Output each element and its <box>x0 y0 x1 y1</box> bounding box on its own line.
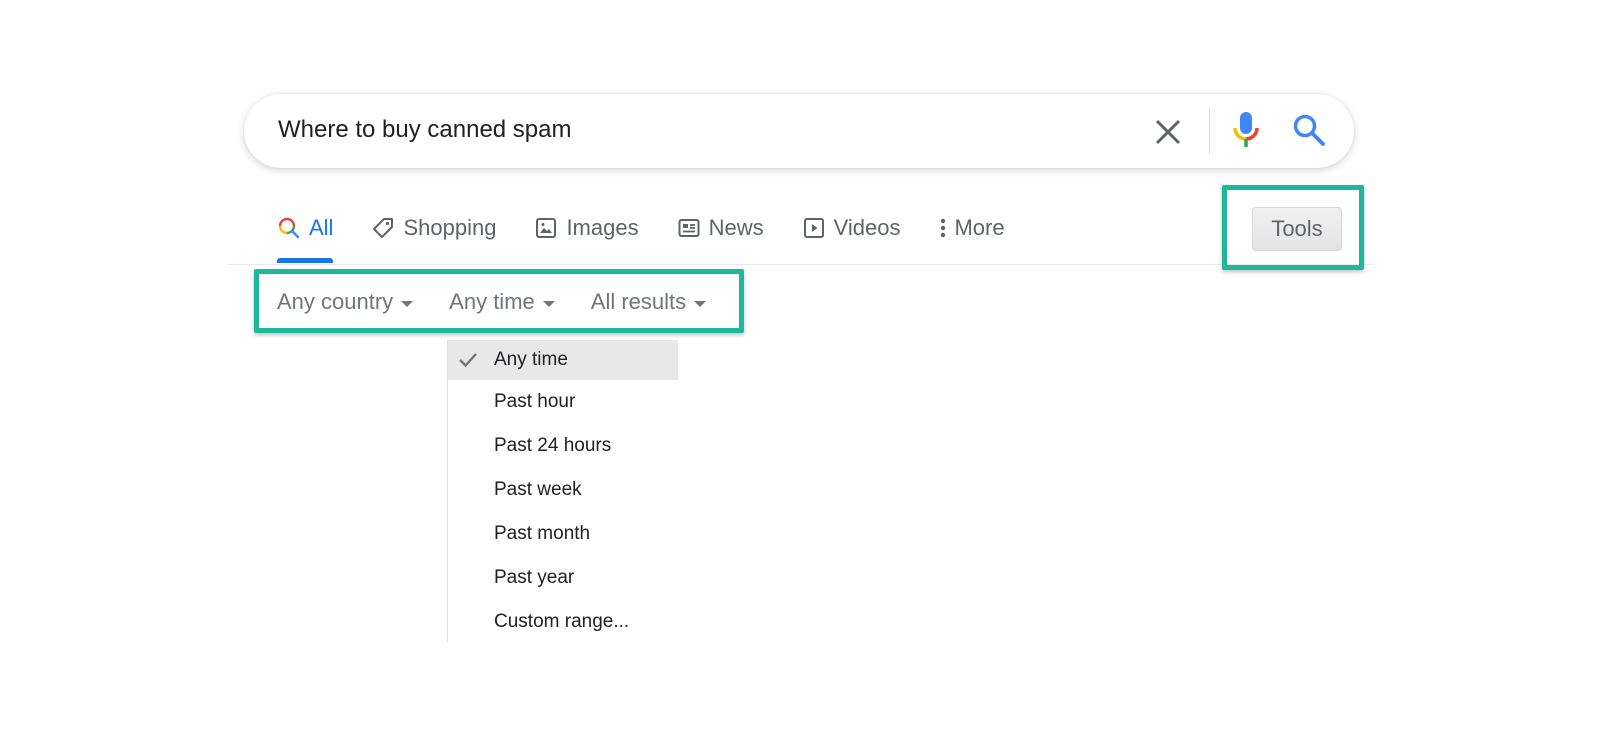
tab-label: News <box>708 215 764 240</box>
search-button[interactable] <box>1292 113 1326 147</box>
tools-button[interactable]: Tools <box>1252 207 1342 251</box>
menu-item-label: Past year <box>494 567 575 588</box>
tab-shopping[interactable]: Shopping <box>371 210 496 246</box>
tab-more[interactable]: More <box>938 210 1005 246</box>
menu-item-label: Custom range... <box>494 611 630 632</box>
filter-results[interactable]: All results <box>590 289 707 315</box>
tabs-divider <box>228 264 1373 265</box>
time-dropdown-menu: Any time Past hour Past 24 hours Past we… <box>447 340 678 642</box>
search-filters: Any country Any time All results <box>277 284 742 320</box>
caret-down-icon <box>401 300 414 307</box>
tab-all[interactable]: All <box>277 210 334 263</box>
menu-item-past-year[interactable]: Past year <box>448 556 678 600</box>
clear-button[interactable] <box>1152 116 1184 148</box>
menu-item-past-week[interactable]: Past week <box>448 468 678 512</box>
image-icon <box>536 218 557 238</box>
search-input[interactable]: Where to buy canned spam <box>278 112 572 148</box>
caret-down-icon <box>694 300 707 307</box>
search-divider <box>1209 108 1210 154</box>
filter-label: Any country <box>277 289 394 314</box>
tab-images[interactable]: Images <box>534 210 639 246</box>
menu-item-any-time[interactable]: Any time <box>448 340 678 380</box>
play-icon <box>803 218 824 238</box>
menu-item-label: Past 24 hours <box>494 435 612 456</box>
filter-label: All results <box>590 289 687 314</box>
filter-time[interactable]: Any time <box>449 289 555 315</box>
menu-item-label: Any time <box>494 349 568 370</box>
menu-item-past-24-hours[interactable]: Past 24 hours <box>448 424 678 468</box>
tab-news[interactable]: News <box>677 210 764 246</box>
checkmark-icon <box>459 353 477 368</box>
close-icon <box>1155 119 1181 145</box>
search-tabs: All Shopping Images News Videos More <box>277 210 1043 263</box>
tab-label: All <box>309 215 334 240</box>
tab-label: Videos <box>833 215 901 240</box>
menu-item-label: Past hour <box>494 391 576 412</box>
active-tab-indicator <box>277 258 334 263</box>
tab-videos[interactable]: Videos <box>802 210 901 246</box>
voice-search-button[interactable] <box>1231 110 1261 150</box>
search-multicolor-icon <box>278 217 300 239</box>
menu-item-past-month[interactable]: Past month <box>448 512 678 556</box>
filter-country[interactable]: Any country <box>277 289 414 315</box>
microphone-icon <box>1233 112 1259 147</box>
tab-label: Shopping <box>403 215 497 240</box>
menu-item-label: Past week <box>494 479 582 500</box>
menu-item-past-hour[interactable]: Past hour <box>448 380 678 424</box>
newspaper-icon <box>678 219 700 237</box>
menu-item-custom-range[interactable]: Custom range... <box>448 600 678 644</box>
menu-item-label: Past month <box>494 523 591 544</box>
more-vertical-icon <box>941 218 946 238</box>
tab-label: Images <box>566 215 639 240</box>
tab-label: More <box>954 215 1005 240</box>
tag-icon <box>373 218 394 238</box>
search-icon <box>1293 114 1325 146</box>
search-bar: Where to buy canned spam <box>244 94 1354 168</box>
caret-down-icon <box>542 300 555 307</box>
filter-label: Any time <box>449 289 535 314</box>
